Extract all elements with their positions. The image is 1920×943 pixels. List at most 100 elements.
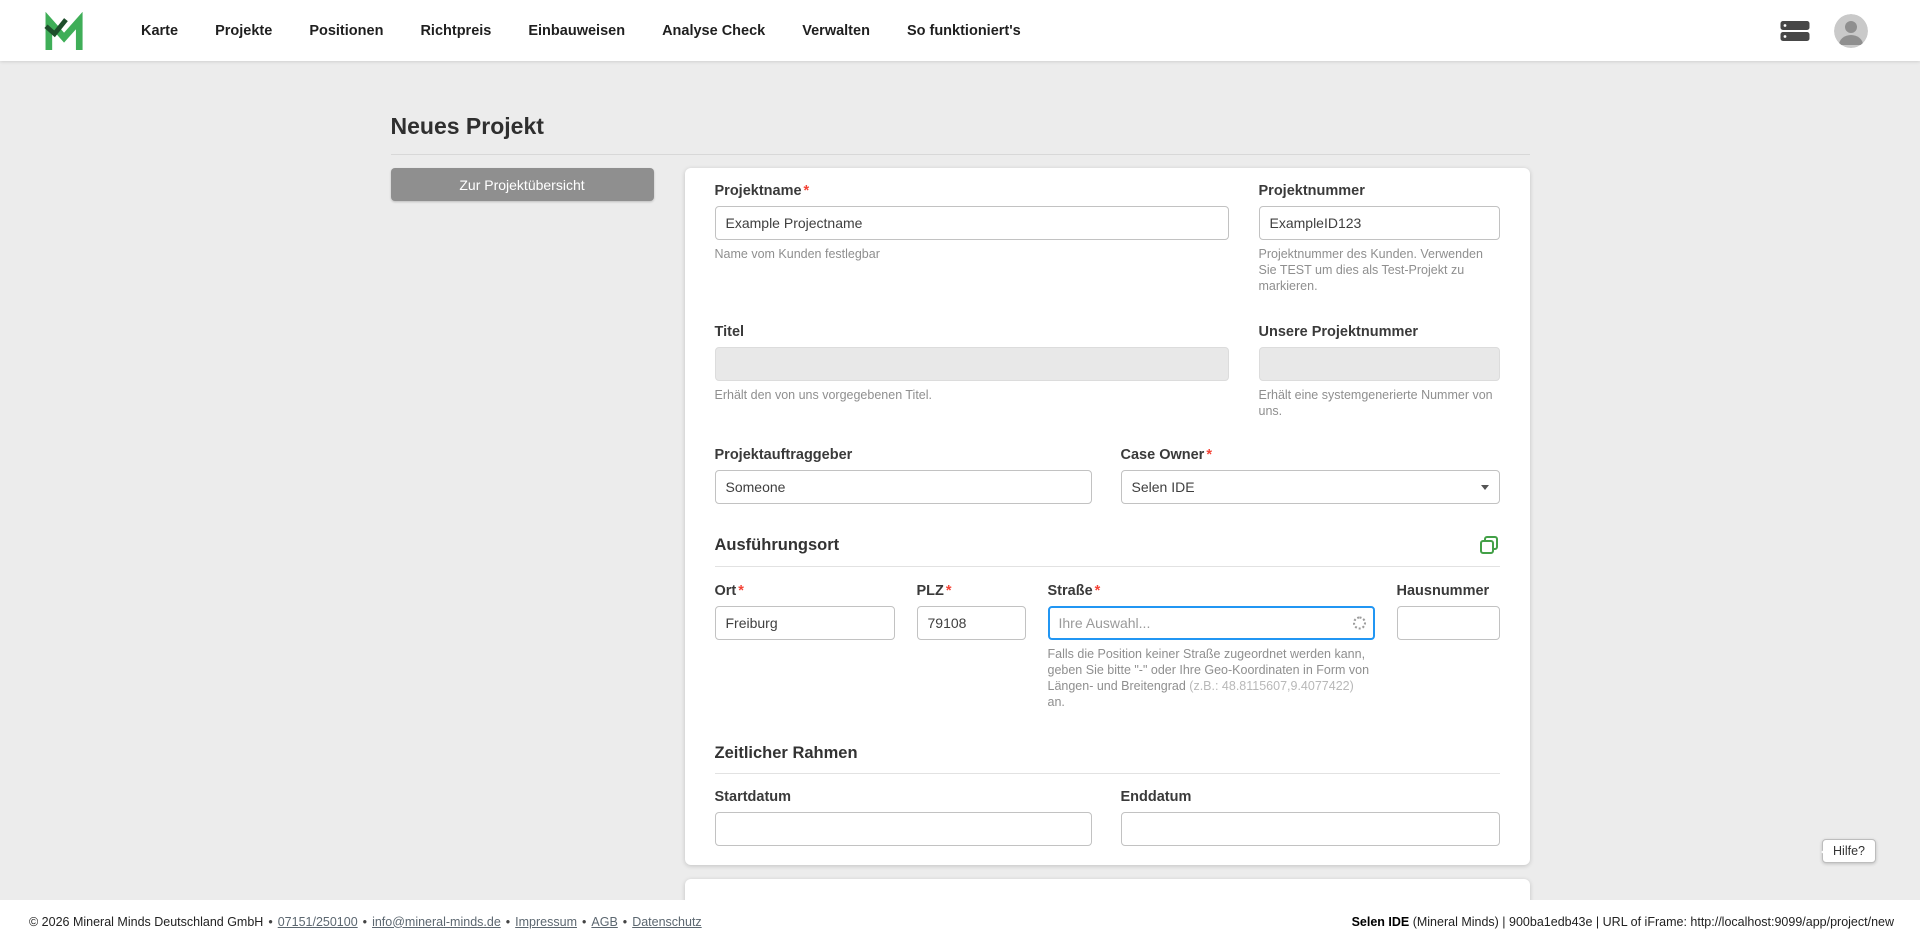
user-avatar[interactable] bbox=[1834, 14, 1868, 48]
projektname-field: Projektname* Name vom Kunden festlegbar bbox=[715, 182, 1229, 294]
strasse-field: Straße* Falls die Position keiner Straße… bbox=[1048, 582, 1375, 710]
footer-copyright: © 2026 Mineral Minds Deutschland GmbH bbox=[29, 915, 263, 929]
plz-field: PLZ* bbox=[917, 582, 1026, 710]
enddatum-label: Enddatum bbox=[1121, 788, 1500, 806]
case-owner-field: Case Owner* Selen IDE bbox=[1121, 446, 1500, 504]
projektnummer-helper: Projektnummer des Kunden. Verwenden Sie … bbox=[1259, 246, 1500, 294]
footer-phone-link[interactable]: 07151/250100 bbox=[278, 915, 358, 929]
next-section-card bbox=[685, 879, 1530, 900]
required-asterisk: * bbox=[1206, 447, 1212, 463]
form-row: Projektauftraggeber Case Owner* Selen ID… bbox=[715, 446, 1500, 504]
required-asterisk: * bbox=[738, 583, 744, 599]
nav-item-einbauweisen[interactable]: Einbauweisen bbox=[528, 23, 625, 39]
navbar-right bbox=[1780, 14, 1920, 48]
unsere-projektnummer-label: Unsere Projektnummer bbox=[1259, 323, 1500, 341]
form-row: Startdatum Enddatum bbox=[715, 788, 1500, 846]
separator-bullet: • bbox=[268, 915, 272, 929]
section-title: Zeitlicher Rahmen bbox=[715, 743, 858, 763]
nav-item-verwalten[interactable]: Verwalten bbox=[802, 23, 870, 39]
projektnummer-field: Projektnummer Projektnummer des Kunden. … bbox=[1259, 182, 1500, 294]
strasse-label: Straße* bbox=[1048, 582, 1375, 600]
ort-label: Ort* bbox=[715, 582, 895, 600]
unsere-projektnummer-helper: Erhält eine systemgenerierte Nummer von … bbox=[1259, 387, 1500, 419]
help-button-label: Hilfe? bbox=[1833, 844, 1865, 858]
footer-agb-link[interactable]: AGB bbox=[591, 915, 617, 929]
nav-item-karte[interactable]: Karte bbox=[141, 23, 178, 39]
section-title: Ausführungsort bbox=[715, 535, 840, 555]
footer-info: © 2026 Mineral Minds Deutschland GmbH • … bbox=[29, 915, 702, 929]
required-asterisk: * bbox=[946, 583, 952, 599]
footer-email-link[interactable]: info@mineral-minds.de bbox=[372, 915, 501, 929]
titel-input bbox=[715, 347, 1229, 381]
strasse-input[interactable] bbox=[1048, 606, 1375, 640]
hausnummer-input[interactable] bbox=[1397, 606, 1500, 640]
nav-item-projekte[interactable]: Projekte bbox=[215, 23, 272, 39]
projektname-input[interactable] bbox=[715, 206, 1229, 240]
main-content: Neues Projekt Zur Projektübersicht Proje… bbox=[0, 61, 1920, 900]
section-zeitlicher-rahmen: Zeitlicher Rahmen bbox=[715, 743, 1500, 763]
separator-bullet: • bbox=[623, 915, 627, 929]
nav-item-analyse-check[interactable]: Analyse Check bbox=[662, 23, 765, 39]
titel-helper: Erhält den von uns vorgegebenen Titel. bbox=[715, 387, 1229, 403]
case-owner-value: Selen IDE bbox=[1132, 479, 1195, 495]
case-owner-select[interactable]: Selen IDE bbox=[1121, 470, 1500, 504]
titel-label: Titel bbox=[715, 323, 1229, 341]
projektname-label: Projektname* bbox=[715, 182, 1229, 200]
footer: © 2026 Mineral Minds Deutschland GmbH • … bbox=[0, 900, 1920, 943]
back-to-project-overview-button[interactable]: Zur Projektübersicht bbox=[391, 168, 654, 201]
plz-label: PLZ* bbox=[917, 582, 1026, 600]
projektauftraggeber-label: Projektauftraggeber bbox=[715, 446, 1092, 464]
separator-bullet: • bbox=[363, 915, 367, 929]
nav-item-richtpreis[interactable]: Richtpreis bbox=[420, 23, 491, 39]
projektname-helper: Name vom Kunden festlegbar bbox=[715, 246, 1229, 262]
unsere-projektnummer-field: Unsere Projektnummer Erhält eine systemg… bbox=[1259, 323, 1500, 419]
startdatum-field: Startdatum bbox=[715, 788, 1092, 846]
session-details: (Mineral Minds) | 900ba1edb43e | URL of … bbox=[1409, 915, 1894, 929]
form-row: Ort* PLZ* Straße* bbox=[715, 582, 1500, 710]
case-owner-label: Case Owner* bbox=[1121, 446, 1500, 464]
title-divider bbox=[391, 154, 1530, 155]
new-project-form-card: Projektname* Name vom Kunden festlegbar … bbox=[685, 168, 1530, 865]
form-row: Projektname* Name vom Kunden festlegbar … bbox=[715, 182, 1500, 294]
ort-field: Ort* bbox=[715, 582, 895, 710]
footer-session-info: Selen IDE (Mineral Minds) | 900ba1edb43e… bbox=[1352, 915, 1894, 929]
help-button[interactable]: Hilfe? bbox=[1822, 839, 1876, 863]
projektnummer-label: Projektnummer bbox=[1259, 182, 1500, 200]
app-logo[interactable] bbox=[44, 11, 86, 51]
section-divider bbox=[715, 566, 1500, 567]
chevron-down-icon bbox=[1481, 485, 1489, 490]
separator-bullet: • bbox=[582, 915, 586, 929]
copy-address-button[interactable] bbox=[1478, 534, 1500, 556]
navbar: Karte Projekte Positionen Richtpreis Ein… bbox=[0, 0, 1920, 61]
strasse-helper: Falls die Position keiner Straße zugeord… bbox=[1048, 646, 1375, 710]
session-user: Selen IDE bbox=[1352, 915, 1410, 929]
unsere-projektnummer-input bbox=[1259, 347, 1500, 381]
nav-item-so-funktionierts[interactable]: So funktioniert's bbox=[907, 23, 1021, 39]
nav-item-positionen[interactable]: Positionen bbox=[309, 23, 383, 39]
startdatum-label: Startdatum bbox=[715, 788, 1092, 806]
server-icon[interactable] bbox=[1780, 20, 1810, 42]
projektauftraggeber-field: Projektauftraggeber bbox=[715, 446, 1092, 504]
plz-input[interactable] bbox=[917, 606, 1026, 640]
footer-datenschutz-link[interactable]: Datenschutz bbox=[632, 915, 701, 929]
copy-icon bbox=[1478, 534, 1500, 556]
page-title: Neues Projekt bbox=[391, 113, 1530, 140]
required-asterisk: * bbox=[804, 183, 810, 199]
startdatum-input[interactable] bbox=[715, 812, 1092, 846]
hausnummer-field: Hausnummer bbox=[1397, 582, 1500, 710]
enddatum-field: Enddatum bbox=[1121, 788, 1500, 846]
separator-bullet: • bbox=[506, 915, 510, 929]
ort-input[interactable] bbox=[715, 606, 895, 640]
section-ausfuehrungsort: Ausführungsort bbox=[715, 534, 1500, 556]
main-nav: Karte Projekte Positionen Richtpreis Ein… bbox=[141, 23, 1021, 39]
footer-impressum-link[interactable]: Impressum bbox=[515, 915, 577, 929]
required-asterisk: * bbox=[1095, 583, 1101, 599]
enddatum-input[interactable] bbox=[1121, 812, 1500, 846]
hausnummer-label: Hausnummer bbox=[1397, 582, 1500, 600]
section-divider bbox=[715, 773, 1500, 774]
projektauftraggeber-input[interactable] bbox=[715, 470, 1092, 504]
projektnummer-input[interactable] bbox=[1259, 206, 1500, 240]
form-row: Titel Erhält den von uns vorgegebenen Ti… bbox=[715, 323, 1500, 419]
logo-m-icon bbox=[44, 12, 86, 50]
titel-field: Titel Erhält den von uns vorgegebenen Ti… bbox=[715, 323, 1229, 419]
